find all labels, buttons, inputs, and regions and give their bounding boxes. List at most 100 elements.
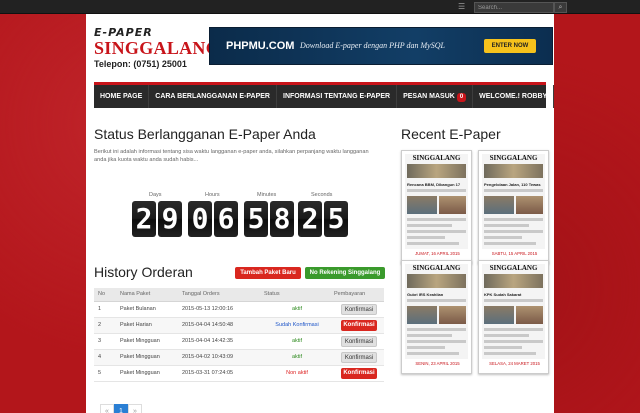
- digit-minutes-1: 5: [244, 201, 268, 237]
- cell-no: 1: [94, 301, 116, 318]
- text-line: [407, 346, 445, 349]
- banner-enter-button[interactable]: ENTER NOW: [484, 39, 536, 53]
- text-line: [407, 340, 466, 343]
- cell-tanggal: 2015-04-04 14:42:35: [178, 333, 260, 350]
- cell-status: aktif: [260, 301, 330, 318]
- konfirmasi-button[interactable]: Konfirmasi: [341, 367, 377, 379]
- text-line: [484, 224, 529, 227]
- nav-informasi[interactable]: INFORMASI TENTANG E-PAPER: [277, 85, 398, 108]
- cell-no: 3: [94, 333, 116, 350]
- epaper-date-caption[interactable]: JUMAT, 16 APRIL 2015: [402, 251, 473, 256]
- table-row: 1 Paket Bulanan 2015-05-13 12:00:16 aktif Ko…: [94, 301, 384, 318]
- pager-next[interactable]: »: [128, 404, 142, 413]
- col-no: No: [94, 288, 116, 302]
- cover-photo: [484, 164, 543, 178]
- text-line: [407, 352, 459, 355]
- cover-photo: [484, 306, 514, 324]
- cover-photo: [439, 306, 466, 324]
- cell-no: 2: [94, 317, 116, 334]
- text-line: [407, 328, 466, 331]
- cover-photo: [407, 306, 437, 324]
- cover-headline: Rencana BBM, Dibangun 17: [407, 182, 461, 187]
- rekening-button[interactable]: No Rekening Singgalang: [305, 267, 385, 279]
- epaper-thumbnail[interactable]: SINGGALANG Pengelolaan Jalan, 110 Tewas SA…: [478, 150, 549, 264]
- text-line: [407, 334, 452, 337]
- table-row: 5 Paket Mingguan 2015-03-31 07:24:05 Non ak…: [94, 365, 384, 382]
- epaper-thumbnail[interactable]: SINGGALANG Gubri IRS Keahlian SENIN, 23 AP…: [401, 260, 472, 374]
- nav-home[interactable]: HOME PAGE: [94, 85, 150, 108]
- text-line: [484, 236, 522, 239]
- text-line: [484, 299, 543, 302]
- nav-pesan-masuk[interactable]: PESAN MASUK 0: [397, 85, 474, 108]
- status-text: aktif: [291, 338, 303, 344]
- epaper-thumbnail[interactable]: SINGGALANG Rencana BBM, Dibangun 17 JUMAT,…: [401, 150, 472, 264]
- epaper-thumbnail[interactable]: SINGGALANG KPK Sudah Sakarat SELASA, 24 MA…: [478, 260, 549, 374]
- pager-prev[interactable]: «: [100, 404, 114, 413]
- newspaper-masthead: SINGGALANG: [489, 264, 538, 272]
- table-header-row: No Nama Paket Tanggal Orders Status Pemb…: [94, 288, 384, 302]
- text-line: [484, 328, 543, 331]
- cover-photo: [407, 196, 437, 214]
- cover-photo: [407, 164, 466, 178]
- cell-paket: Paket Harian: [116, 317, 178, 334]
- text-line: [407, 299, 466, 302]
- epaper-date-caption[interactable]: SELASA, 24 MARET 2015: [479, 361, 550, 366]
- table-row: 3 Paket Mingguan 2015-04-04 14:42:35 aktif K…: [94, 333, 384, 350]
- digit-days-2: 9: [158, 201, 182, 237]
- konfirmasi-button[interactable]: Konfirmasi: [341, 303, 377, 315]
- status-text: aktif: [291, 306, 303, 312]
- inbox-count-badge: 0: [456, 93, 467, 102]
- col-status: Status: [260, 288, 330, 302]
- newspaper-cover: SINGGALANG Gubri IRS Keahlian: [405, 264, 468, 359]
- epaper-date-caption[interactable]: SABTU, 15 APRIL 2015: [479, 251, 550, 256]
- cover-photo: [516, 196, 543, 214]
- text-line: [484, 230, 543, 233]
- nav-cara-berlangganan[interactable]: CARA BERLANGGANAN E-PAPER: [149, 85, 277, 108]
- rss-icon[interactable]: ☰: [458, 3, 466, 11]
- newspaper-masthead: SINGGALANG: [412, 264, 461, 272]
- countdown-labels: Days Hours Minutes Seconds: [132, 192, 348, 200]
- newspaper-masthead: SINGGALANG: [412, 154, 461, 162]
- text-line: [484, 340, 543, 343]
- cover-photo: [484, 196, 514, 214]
- text-line: [484, 334, 529, 337]
- nav-welcome-user[interactable]: WELCOME.! ROBBY: [473, 85, 555, 108]
- konfirmasi-button[interactable]: Konfirmasi: [341, 319, 377, 331]
- cell-paket: Paket Bulanan: [116, 301, 178, 318]
- status-heading: Status Berlangganan E-Paper Anda: [94, 126, 316, 142]
- page-container: E-PAPER SINGGALANG Telepon: (0751) 25001…: [86, 14, 555, 413]
- newspaper-cover: SINGGALANG Rencana BBM, Dibangun 17: [405, 154, 468, 249]
- digit-hours-2: 6: [214, 201, 238, 237]
- tambah-paket-button[interactable]: Tambah Paket Baru: [235, 267, 301, 279]
- cell-tanggal: 2015-04-04 14:50:48: [178, 317, 260, 334]
- epaper-date-caption[interactable]: SENIN, 23 APRIL 2015: [402, 361, 473, 366]
- digit-seconds-2: 5: [324, 201, 348, 237]
- pager-page-1[interactable]: 1: [114, 404, 128, 413]
- col-paket: Nama Paket: [116, 288, 178, 302]
- cover-photo: [484, 274, 543, 288]
- ad-banner[interactable]: PHPMU.COM Download E-paper dengan PHP da…: [209, 27, 553, 65]
- text-line: [484, 346, 522, 349]
- text-line: [407, 236, 445, 239]
- konfirmasi-button[interactable]: Konfirmasi: [341, 351, 377, 363]
- cell-pembayaran: Konfirmasi: [330, 301, 384, 318]
- text-line: [407, 218, 466, 221]
- cell-no: 5: [94, 365, 116, 382]
- site-logo[interactable]: E-PAPER SINGGALANG Telepon: (0751) 25001: [94, 26, 220, 82]
- digit-seconds-1: 2: [298, 201, 322, 237]
- cell-status: Sudah Konfirmasi: [260, 317, 330, 334]
- cell-tanggal: 2015-03-31 07:24:05: [178, 365, 260, 382]
- cell-paket: Paket Mingguan: [116, 349, 178, 366]
- cell-pembayaran: Konfirmasi: [330, 349, 384, 366]
- text-line: [484, 189, 543, 192]
- cell-tanggal: 2015-05-13 12:00:16: [178, 301, 260, 318]
- magnifier-icon[interactable]: ⌕: [554, 2, 567, 13]
- search-input[interactable]: [474, 2, 554, 13]
- konfirmasi-button[interactable]: Konfirmasi: [341, 335, 377, 347]
- nav-pesan-label: PESAN MASUK: [403, 93, 455, 100]
- digit-minutes-2: 8: [270, 201, 294, 237]
- status-description: Berikut ini adalah informasi tentang sis…: [94, 149, 369, 163]
- col-pembayaran: Pembayaran: [330, 288, 384, 302]
- cover-photo: [439, 196, 466, 214]
- label-seconds: Seconds: [311, 192, 333, 198]
